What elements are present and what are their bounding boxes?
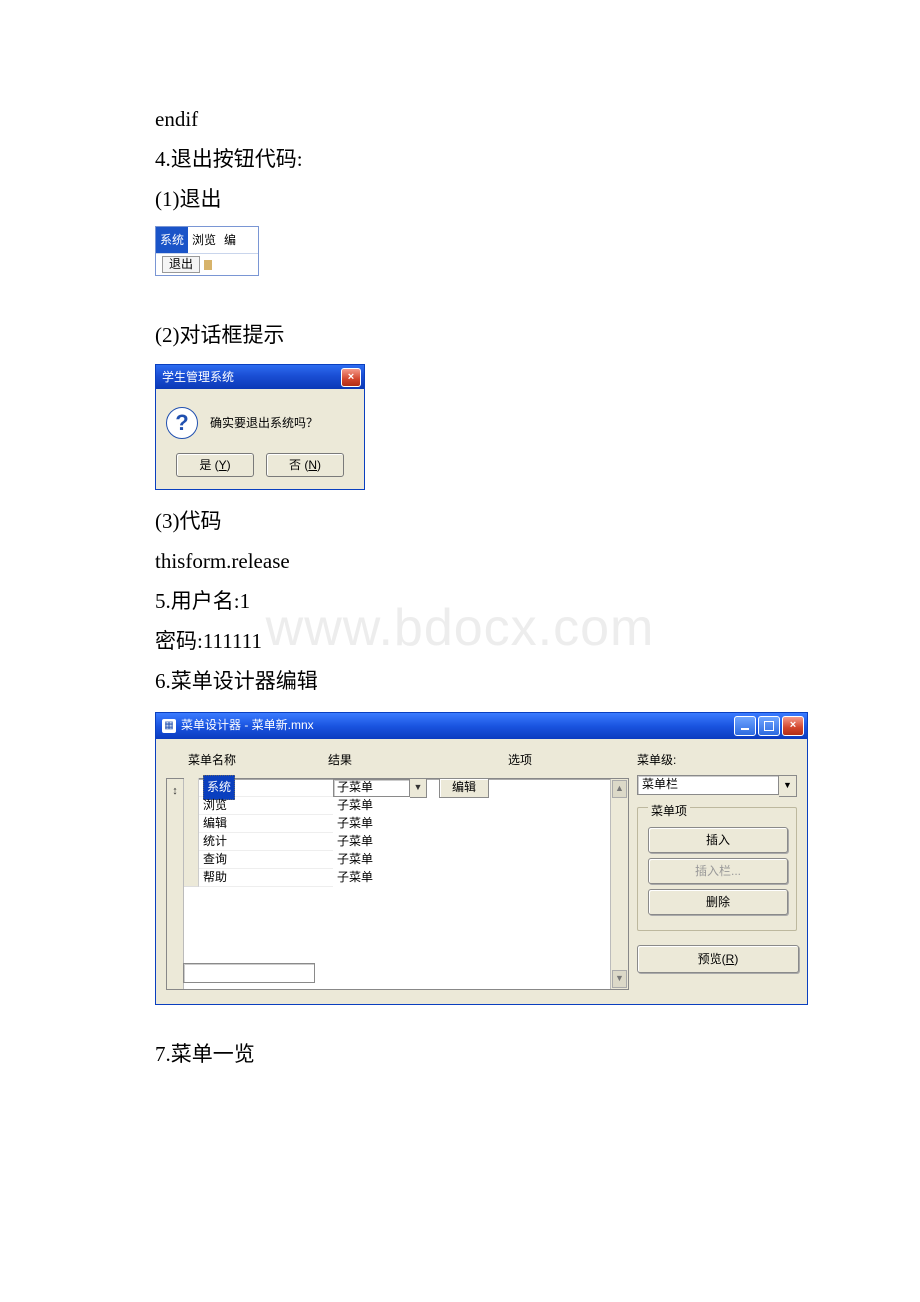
menu-strip-item-edit[interactable]: 编 <box>220 227 244 254</box>
preview-pre: 预览( <box>698 948 726 971</box>
grid-row[interactable]: 编辑 子菜单 <box>184 815 610 833</box>
delete-button[interactable]: 删除 <box>648 889 788 915</box>
chevron-down-icon[interactable]: ▼ <box>779 775 797 797</box>
cell-result: 子菜单 <box>333 869 437 887</box>
dialog-yes-button[interactable]: 是 (Y) <box>176 453 254 477</box>
document-page: endif 4.退出按钮代码: (1)退出 系统 浏览 编 退出 (2)对话框提… <box>0 0 920 1135</box>
menu-strip-item-system[interactable]: 系统 <box>156 227 188 254</box>
text-s7: 7.菜单一览 <box>155 1035 765 1075</box>
paren-close: ) <box>317 454 321 477</box>
text-s4: 4.退出按钮代码: <box>155 140 765 180</box>
row-gutter[interactable] <box>184 814 199 833</box>
grid-row[interactable]: 查询 子菜单 <box>184 851 610 869</box>
designer-left-panel: 菜单名称 结果 选项 ↕ 系统 子菜单 ▼ <box>166 749 629 990</box>
grid-row[interactable]: 统计 子菜单 <box>184 833 610 851</box>
designer-body: 菜单名称 结果 选项 ↕ 系统 子菜单 ▼ <box>156 739 807 1004</box>
text-s4-2: (2)对话框提示 <box>155 316 765 356</box>
menu-grid: ↕ 系统 子菜单 ▼ 编辑 <box>166 778 629 990</box>
edit-button[interactable]: 编辑 <box>439 778 489 798</box>
insert-bar-button[interactable]: 插入栏... <box>648 858 788 884</box>
text-s4-3: (3)代码 <box>155 502 765 542</box>
paren-close: ) <box>227 454 231 477</box>
yes-hotkey: Y <box>219 454 227 477</box>
text-s5: 5.用户名:1 <box>155 582 765 622</box>
preview-button[interactable]: 预览(R) <box>637 945 799 973</box>
question-icon: ? <box>166 407 198 439</box>
designer-titlebar[interactable]: ▦ 菜单设计器 - 菜单新.mnx × <box>156 713 807 739</box>
menu-strip-item-browse[interactable]: 浏览 <box>188 227 220 254</box>
header-menuname: 菜单名称 <box>188 749 328 772</box>
menu-strip-top: 系统 浏览 编 <box>156 227 258 255</box>
header-option: 选项 <box>508 749 532 772</box>
minimize-button[interactable] <box>734 716 756 736</box>
cell-name[interactable]: 帮助 <box>199 868 333 887</box>
menu-level-combo[interactable]: 菜单栏 ▼ <box>637 775 797 797</box>
no-prefix: 否 ( <box>289 454 308 477</box>
designer-right-panel: 菜单级: 菜单栏 ▼ 菜单项 插入 插入栏... 删除 预览(R) <box>637 749 797 990</box>
row-gutter[interactable] <box>184 832 199 851</box>
grid-rows: 系统 子菜单 ▼ 编辑 浏览 子菜单 <box>184 779 610 989</box>
scroll-down-icon[interactable]: ▼ <box>612 970 627 988</box>
dialog-title: 学生管理系统 <box>162 366 234 389</box>
folder-icon <box>204 260 212 270</box>
designer-title-text: 菜单设计器 - 菜单新.mnx <box>181 714 314 737</box>
menu-level-label: 菜单级: <box>637 749 797 772</box>
dialog-buttons: 是 (Y) 否 (N) <box>156 447 364 489</box>
preview-hotkey: R <box>726 948 735 971</box>
designer-icon: ▦ <box>162 719 176 733</box>
insert-button[interactable]: 插入 <box>648 827 788 853</box>
row-gutter[interactable] <box>184 868 199 887</box>
dialog-titlebar[interactable]: 学生管理系统 × <box>156 365 364 389</box>
dialog-body: ? 确实要退出系统吗？ <box>156 389 364 447</box>
menu-level-value[interactable]: 菜单栏 <box>637 775 779 795</box>
row-gutter[interactable] <box>184 796 199 815</box>
dialog-close-button[interactable]: × <box>341 368 361 387</box>
maximize-button[interactable] <box>758 716 780 736</box>
text-s4-1: (1)退出 <box>155 180 765 220</box>
text-release: thisform.release <box>155 542 765 582</box>
menu-strip-dropdown: 退出 <box>156 254 258 275</box>
no-hotkey: N <box>308 454 317 477</box>
menu-items-fieldset: 菜单项 插入 插入栏... 删除 <box>637 807 797 932</box>
sort-handle[interactable]: ↕ <box>167 779 184 989</box>
dialog-no-button[interactable]: 否 (N) <box>266 453 344 477</box>
row-gutter[interactable] <box>184 850 199 869</box>
text-s6: 6.菜单设计器编辑 <box>155 662 765 702</box>
cell-name-text: 帮助 <box>203 866 227 889</box>
header-result: 结果 <box>328 749 508 772</box>
preview-post: ) <box>734 948 738 971</box>
grid-row[interactable]: 浏览 子菜单 <box>184 797 610 815</box>
menu-strip-exit-item[interactable]: 退出 <box>162 256 200 273</box>
menu-strip: 系统 浏览 编 退出 <box>155 226 259 277</box>
text-s5-pw: 密码:111111 <box>155 622 765 662</box>
row-gutter[interactable] <box>184 778 199 797</box>
new-item-input[interactable] <box>183 963 315 983</box>
window-controls: × <box>734 716 804 736</box>
scroll-up-icon[interactable]: ▲ <box>612 780 627 798</box>
yes-prefix: 是 ( <box>199 454 218 477</box>
close-button[interactable]: × <box>782 716 804 736</box>
grid-scrollbar[interactable]: ▲ ▼ <box>610 779 628 989</box>
grid-row[interactable]: 系统 子菜单 ▼ 编辑 <box>184 779 610 797</box>
grid-headers: 菜单名称 结果 选项 <box>166 749 629 778</box>
grid-row[interactable]: 帮助 子菜单 <box>184 869 610 887</box>
menu-designer-window: ▦ 菜单设计器 - 菜单新.mnx × 菜单名称 结果 选项 ↕ <box>155 712 808 1005</box>
text-endif: endif <box>155 100 765 140</box>
dialog-message: 确实要退出系统吗？ <box>210 412 318 435</box>
confirm-dialog: 学生管理系统 × ? 确实要退出系统吗？ 是 (Y) 否 (N) <box>155 364 365 490</box>
chevron-down-icon[interactable]: ▼ <box>410 778 427 798</box>
fieldset-title: 菜单项 <box>648 800 690 823</box>
